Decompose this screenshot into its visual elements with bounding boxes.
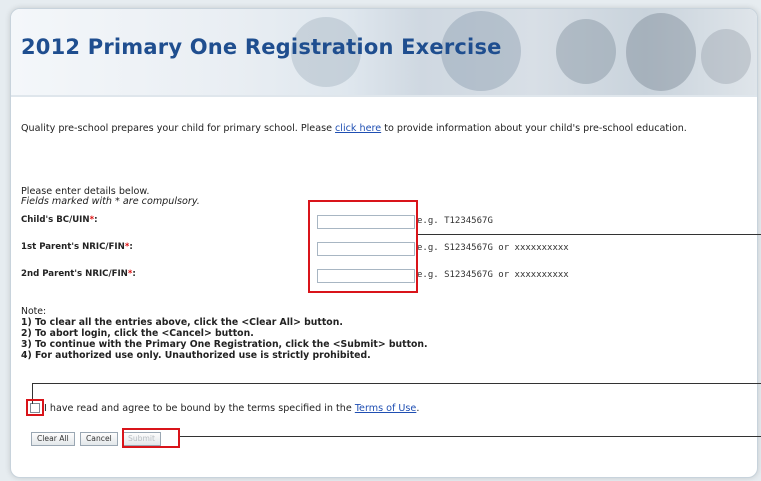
parent2-nric-hint: e.g. S1234567G or xxxxxxxxxx [417, 270, 569, 280]
label-colon: : [94, 215, 98, 225]
label-colon: : [129, 242, 133, 252]
intro-text: Quality pre-school prepares your child f… [21, 123, 687, 134]
banner-divider [11, 95, 757, 97]
child-bc-hint: e.g. T1234567G [417, 216, 493, 226]
note-item: 4) For authorized use only. Unauthorized… [21, 350, 371, 361]
banner-photo-decoration-4 [626, 13, 696, 91]
page-frame: 2012 Primary One Registration Exercise Q… [0, 0, 761, 481]
submit-button[interactable]: Submit [122, 432, 161, 446]
parent1-nric-hint: e.g. S1234567G or xxxxxxxxxx [417, 243, 569, 253]
terms-text-end: . [416, 403, 420, 414]
banner-photo-decoration-3 [556, 19, 616, 84]
compulsory-note: Fields marked with * are compulsory. [21, 196, 200, 207]
registration-panel: 2012 Primary One Registration Exercise Q… [10, 8, 758, 478]
clear-all-button[interactable]: Clear All [31, 432, 75, 446]
terms-text: I have read and agree to be bound by the… [44, 403, 355, 414]
callout-line [32, 383, 761, 384]
terms-of-use-link[interactable]: Terms of Use [355, 403, 417, 414]
callout-line [418, 234, 761, 235]
parent2-nric-label-text: 2nd Parent's NRIC/FIN [21, 269, 128, 279]
preschool-info-link[interactable]: click here [335, 123, 381, 134]
note-item: 3) To continue with the Primary One Regi… [21, 339, 428, 350]
callout-line [180, 436, 761, 437]
notes-title: Note: [21, 306, 47, 317]
parent1-nric-label-text: 1st Parent's NRIC/FIN [21, 242, 125, 252]
label-colon: : [132, 269, 136, 279]
child-bc-label: Child's BC/UIN*: [21, 215, 98, 225]
child-bc-input[interactable] [317, 215, 415, 229]
header-banner: 2012 Primary One Registration Exercise [11, 9, 757, 95]
page-title: 2012 Primary One Registration Exercise [21, 35, 502, 59]
callout-line [32, 383, 33, 404]
banner-photo-decoration-5 [701, 29, 751, 84]
note-item: 2) To abort login, click the <Cancel> bu… [21, 328, 254, 339]
child-bc-label-text: Child's BC/UIN [21, 215, 90, 225]
intro-text-start: Quality pre-school prepares your child f… [21, 123, 336, 134]
cancel-button[interactable]: Cancel [80, 432, 118, 446]
intro-text-end: to provide information about your child'… [381, 123, 687, 134]
terms-checkbox[interactable] [30, 403, 40, 413]
terms-agreement-text: I have read and agree to be bound by the… [44, 403, 419, 414]
parent2-nric-input[interactable] [317, 269, 415, 283]
parent1-nric-input[interactable] [317, 242, 415, 256]
note-item: 1) To clear all the entries above, click… [21, 317, 343, 328]
parent2-nric-label: 2nd Parent's NRIC/FIN*: [21, 269, 136, 279]
parent1-nric-label: 1st Parent's NRIC/FIN*: [21, 242, 133, 252]
